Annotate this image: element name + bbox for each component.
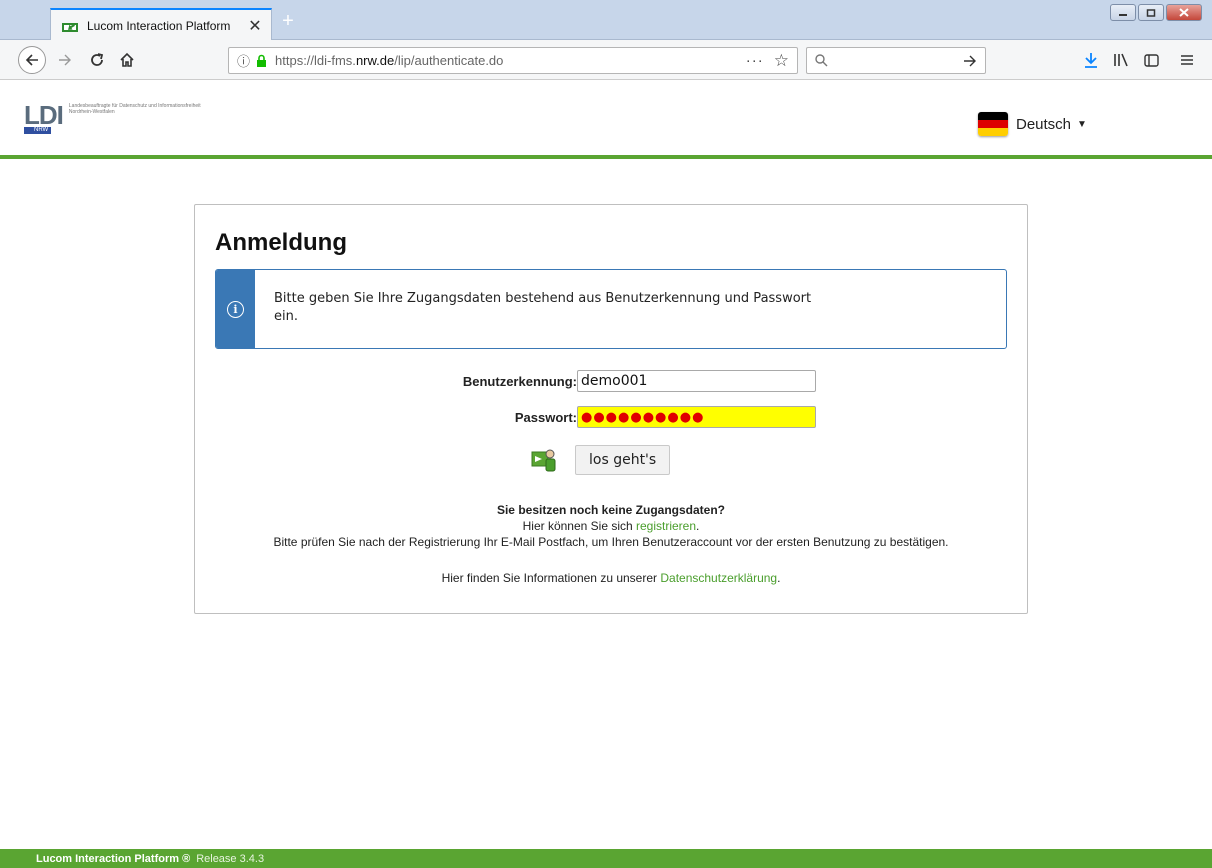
caret-down-icon: ▼ [1077, 118, 1087, 130]
lock-icon[interactable] [256, 54, 267, 67]
privacy-policy-link[interactable]: Datenschutzerklärung [660, 571, 777, 585]
registration-question: Sie besitzen noch keine Zugangsdaten? [496, 503, 726, 517]
login-title: Anmeldung [215, 229, 347, 256]
logo-letters: LDI [24, 100, 64, 130]
arrow-left-icon [25, 54, 38, 66]
password-input[interactable] [577, 406, 816, 428]
minimize-button[interactable] [1110, 4, 1136, 21]
footer-product-name: Lucom Interaction Platform ® [36, 852, 191, 865]
logo-nrw: NRW [24, 127, 52, 134]
registration-block: Sie besitzen noch keine Zugangsdaten? Hi… [195, 503, 1027, 586]
login-submit-button[interactable]: los geht's [575, 445, 671, 475]
reload-button[interactable] [86, 49, 108, 71]
new-tab-button[interactable]: + [278, 10, 298, 33]
page-footer: Lucom Interaction Platform ® Release 3.4… [0, 849, 1212, 868]
maximize-button[interactable] [1138, 4, 1164, 21]
footer-release: Release 3.4.3 [196, 852, 265, 865]
login-user-icon [531, 449, 556, 472]
flag-stripe-red [978, 120, 1008, 128]
language-label: Deutsch [1016, 115, 1072, 133]
privacy-line: Hier finden Sie Informationen zu unserer… [195, 570, 1027, 586]
browser-tab[interactable]: Lucom Interaction Platform ✕ [50, 8, 272, 41]
username-label: Benutzerkennung: [462, 374, 577, 389]
bookmark-star-icon[interactable]: ☆ [774, 51, 789, 71]
username-input[interactable] [577, 370, 816, 392]
menu-button[interactable] [1176, 49, 1198, 71]
ldi-logo[interactable]: LDI NRW Landesbeauftragte für Datenschut… [24, 100, 209, 134]
downloads-button[interactable] [1080, 49, 1102, 71]
registration-line: Hier können Sie sich registrieren. [195, 518, 1027, 534]
tab-close-icon[interactable]: ✕ [247, 16, 263, 36]
home-icon [120, 52, 134, 67]
search-go-icon[interactable] [963, 55, 977, 67]
privacy-suffix: . [777, 571, 781, 585]
registration-suffix: . [696, 519, 700, 533]
home-button[interactable] [116, 49, 138, 71]
search-bar[interactable] [806, 47, 986, 74]
url-text[interactable]: https://ldi-fms.nrw.de/lip/authenticate.… [275, 53, 746, 68]
reload-icon [91, 53, 104, 66]
back-button[interactable] [18, 46, 46, 74]
password-label: Passwort: [514, 410, 577, 425]
maximize-icon [1146, 8, 1156, 17]
tab-title: Lucom Interaction Platform [87, 18, 231, 33]
page-actions-icon[interactable]: ··· [746, 52, 764, 69]
logo-mark: LDI NRW [24, 100, 64, 134]
logo-text: Landesbeauftragte für Datenschutz und In… [68, 103, 201, 115]
download-arrow-icon [1085, 53, 1097, 68]
browser-navbar: ⓘ https://ldi-fms.nrw.de/lip/authenticat… [0, 40, 1212, 80]
browser-titlebar: Lucom Interaction Platform ✕ + [0, 0, 1212, 41]
registration-prefix: Hier können Sie sich [522, 519, 636, 533]
page-header: LDI NRW Landesbeauftragte für Datenschut… [0, 81, 1212, 159]
search-input[interactable] [834, 53, 963, 68]
window-controls [1110, 4, 1202, 21]
flag-stripe-black [978, 112, 1008, 120]
register-link[interactable]: registrieren [636, 519, 696, 533]
password-row: Passwort: [215, 406, 1015, 430]
german-flag-icon [978, 112, 1008, 136]
url-bar[interactable]: ⓘ https://ldi-fms.nrw.de/lip/authenticat… [228, 47, 798, 74]
info-text: Bitte geben Sie Ihre Zugangsdaten besteh… [274, 291, 812, 324]
close-icon [1179, 8, 1189, 17]
arrow-right-icon [59, 54, 71, 66]
library-icon [1114, 53, 1128, 67]
web-page: LDI NRW Landesbeauftragte für Datenschut… [0, 81, 1212, 868]
library-button[interactable] [1110, 49, 1132, 71]
username-row: Benutzerkennung: [215, 370, 1015, 394]
hamburger-menu-icon [1181, 55, 1193, 65]
forward-button[interactable] [54, 49, 76, 71]
url-path: /lip/authenticate.do [394, 53, 504, 68]
submit-row: los geht's [531, 445, 671, 475]
sidebar-icon [1143, 53, 1159, 67]
info-icon[interactable]: ⓘ [237, 51, 250, 70]
minimize-icon [1119, 13, 1127, 16]
info-box: i Bitte geben Sie Ihre Zugangsdaten best… [215, 269, 1007, 349]
privacy-prefix: Hier finden Sie Informationen zu unserer [441, 571, 661, 585]
sidebar-toggle-button[interactable] [1140, 49, 1162, 71]
close-window-button[interactable] [1166, 4, 1202, 21]
url-host: nrw.de [355, 53, 395, 68]
search-icon [815, 54, 828, 67]
flag-stripe-gold [978, 128, 1008, 136]
lucom-favicon-icon [62, 22, 78, 32]
language-selector[interactable]: Deutsch ▼ [978, 112, 1087, 136]
registration-note: Bitte prüfen Sie nach der Registrierung … [273, 535, 949, 549]
login-panel: Anmeldung i Bitte geben Sie Ihre Zugangs… [194, 204, 1028, 614]
info-box-sidebar: i [216, 270, 255, 348]
info-circle-icon: i [227, 300, 244, 318]
url-prefix: https://ldi-fms. [275, 53, 356, 68]
